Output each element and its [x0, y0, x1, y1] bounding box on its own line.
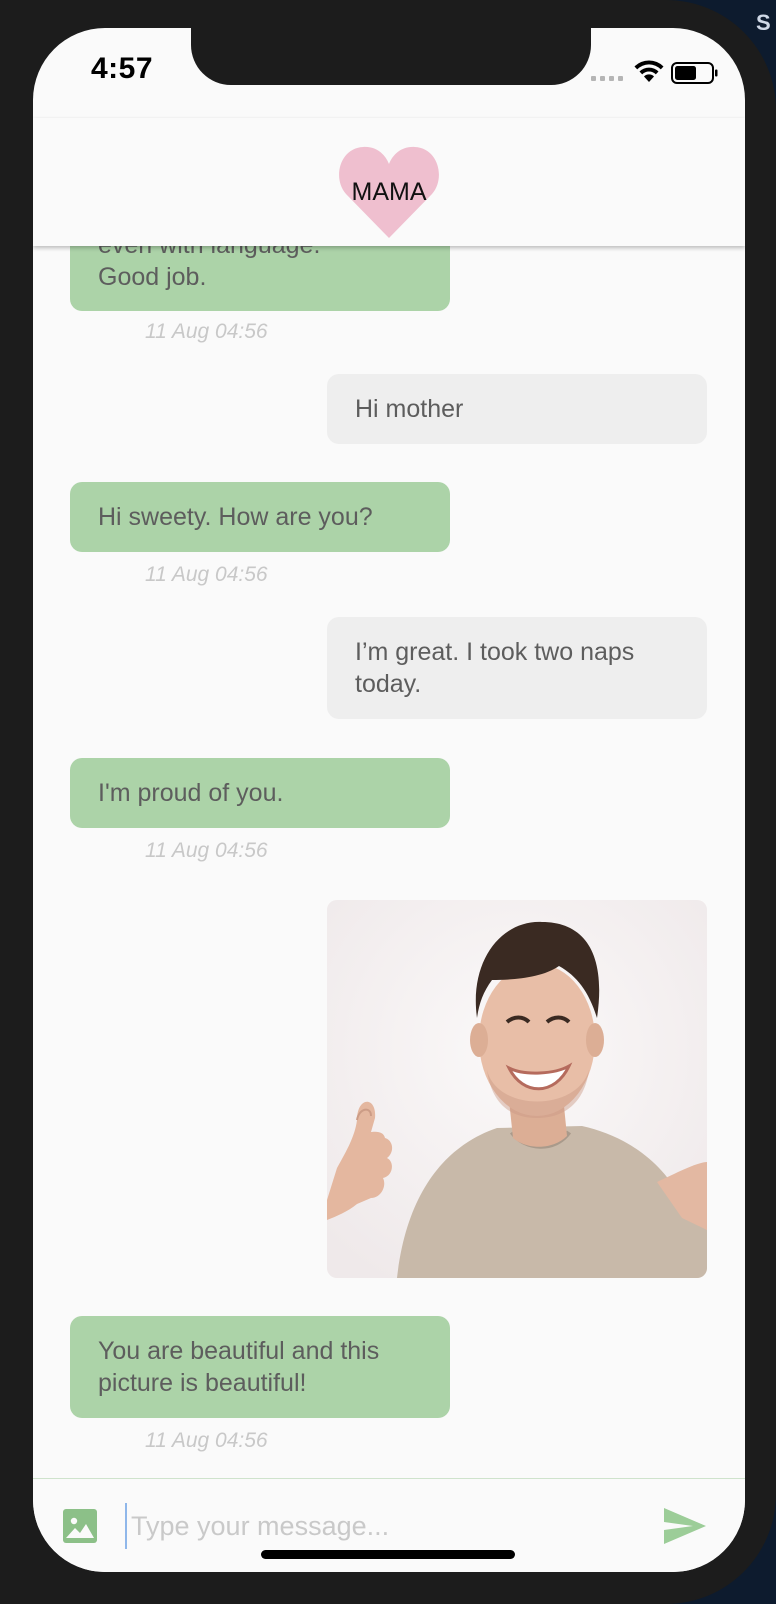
- chat-header: MAMA: [33, 118, 745, 246]
- message-bubble-incoming[interactable]: I'm proud of you.: [70, 758, 450, 828]
- wifi-icon: [634, 60, 664, 82]
- cellular-signal-icon: [591, 76, 623, 81]
- message-bubble-incoming[interactable]: You are beautiful and this picture is be…: [70, 1316, 450, 1418]
- message-text: Hi sweety. How are you?: [98, 503, 373, 531]
- message-image[interactable]: [327, 900, 707, 1278]
- phone-frame: 4:57 MAMA Good job. 11 Aug 04:56 Hi moth…: [0, 0, 776, 1604]
- contact-name: MAMA: [351, 178, 427, 206]
- image-icon[interactable]: [63, 1509, 97, 1543]
- send-icon[interactable]: [663, 1507, 707, 1545]
- message-text: You are beautiful and this: [98, 1337, 380, 1365]
- message-bubble-outgoing[interactable]: Hi mother: [327, 374, 707, 444]
- message-text: picture is beautiful!: [98, 1369, 307, 1397]
- heart-logo: MAMA: [338, 144, 440, 240]
- home-indicator[interactable]: [261, 1550, 515, 1559]
- message-text: Good job.: [98, 263, 207, 291]
- app-screen: 4:57 MAMA Good job. 11 Aug 04:56 Hi moth…: [33, 28, 745, 1572]
- status-time: 4:57: [91, 52, 154, 85]
- message-timestamp: 11 Aug 04:56: [145, 839, 268, 862]
- message-input[interactable]: [125, 1503, 633, 1549]
- message-text: today.: [355, 670, 422, 698]
- notch: [191, 28, 591, 85]
- message-list[interactable]: even with language. Good job. 11 Aug 04:…: [33, 208, 745, 1506]
- battery-icon: [671, 62, 718, 84]
- message-timestamp: 11 Aug 04:56: [145, 563, 268, 586]
- photo-of-smiling-man-icon: [327, 900, 707, 1278]
- message-text: I’m great. I took two naps: [355, 638, 635, 666]
- message-timestamp: 11 Aug 04:56: [145, 1429, 268, 1452]
- message-bubble-incoming[interactable]: Hi sweety. How are you?: [70, 482, 450, 552]
- message-timestamp: 11 Aug 04:56: [145, 320, 268, 343]
- message-text: I'm proud of you.: [98, 779, 284, 807]
- message-text: Hi mother: [355, 395, 464, 423]
- desktop-edge-letter: S: [756, 10, 771, 35]
- message-bubble-outgoing[interactable]: I’m great. I took two naps today.: [327, 617, 707, 719]
